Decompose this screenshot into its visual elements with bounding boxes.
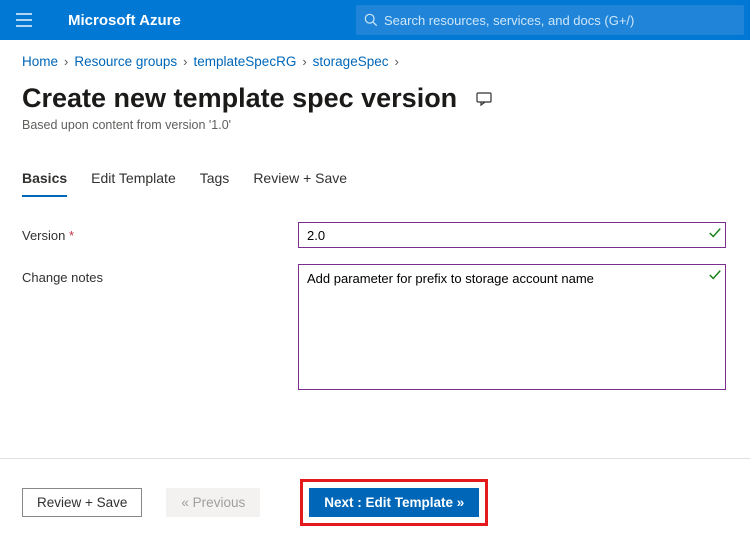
hamburger-menu-icon[interactable] <box>6 0 42 40</box>
version-input[interactable] <box>298 222 726 248</box>
change-notes-label: Change notes <box>22 264 298 395</box>
footer-actions: Review + Save « Previous Next : Edit Tem… <box>0 458 750 544</box>
chevron-right-icon: › <box>298 54 310 69</box>
next-edit-template-button[interactable]: Next : Edit Template » <box>309 488 479 517</box>
tabs: Basics Edit Template Tags Review + Save <box>22 170 728 196</box>
tab-edit-template[interactable]: Edit Template <box>91 170 176 196</box>
breadcrumb-item[interactable]: storageSpec <box>313 54 389 69</box>
chevron-right-icon: › <box>179 54 191 69</box>
search-input[interactable] <box>384 13 736 28</box>
top-bar: Microsoft Azure <box>0 0 750 40</box>
feedback-icon[interactable] <box>475 90 493 108</box>
brand-label: Microsoft Azure <box>68 12 181 29</box>
previous-button: « Previous <box>166 488 260 517</box>
page-title: Create new template spec version <box>22 83 457 114</box>
version-label: Version * <box>22 222 298 248</box>
breadcrumb: Home › Resource groups › templateSpecRG … <box>22 54 728 69</box>
breadcrumb-item[interactable]: templateSpecRG <box>194 54 297 69</box>
tab-basics[interactable]: Basics <box>22 170 67 197</box>
tab-review-save[interactable]: Review + Save <box>253 170 347 196</box>
global-search[interactable] <box>356 5 744 35</box>
breadcrumb-item[interactable]: Resource groups <box>74 54 177 69</box>
breadcrumb-item[interactable]: Home <box>22 54 58 69</box>
change-notes-textarea[interactable] <box>298 264 726 390</box>
highlight-annotation: Next : Edit Template » <box>300 479 488 526</box>
tab-tags[interactable]: Tags <box>200 170 230 196</box>
review-save-button[interactable]: Review + Save <box>22 488 142 517</box>
chevron-right-icon: › <box>60 54 72 69</box>
page-subtitle: Based upon content from version '1.0' <box>22 118 728 132</box>
chevron-right-icon: › <box>390 54 402 69</box>
